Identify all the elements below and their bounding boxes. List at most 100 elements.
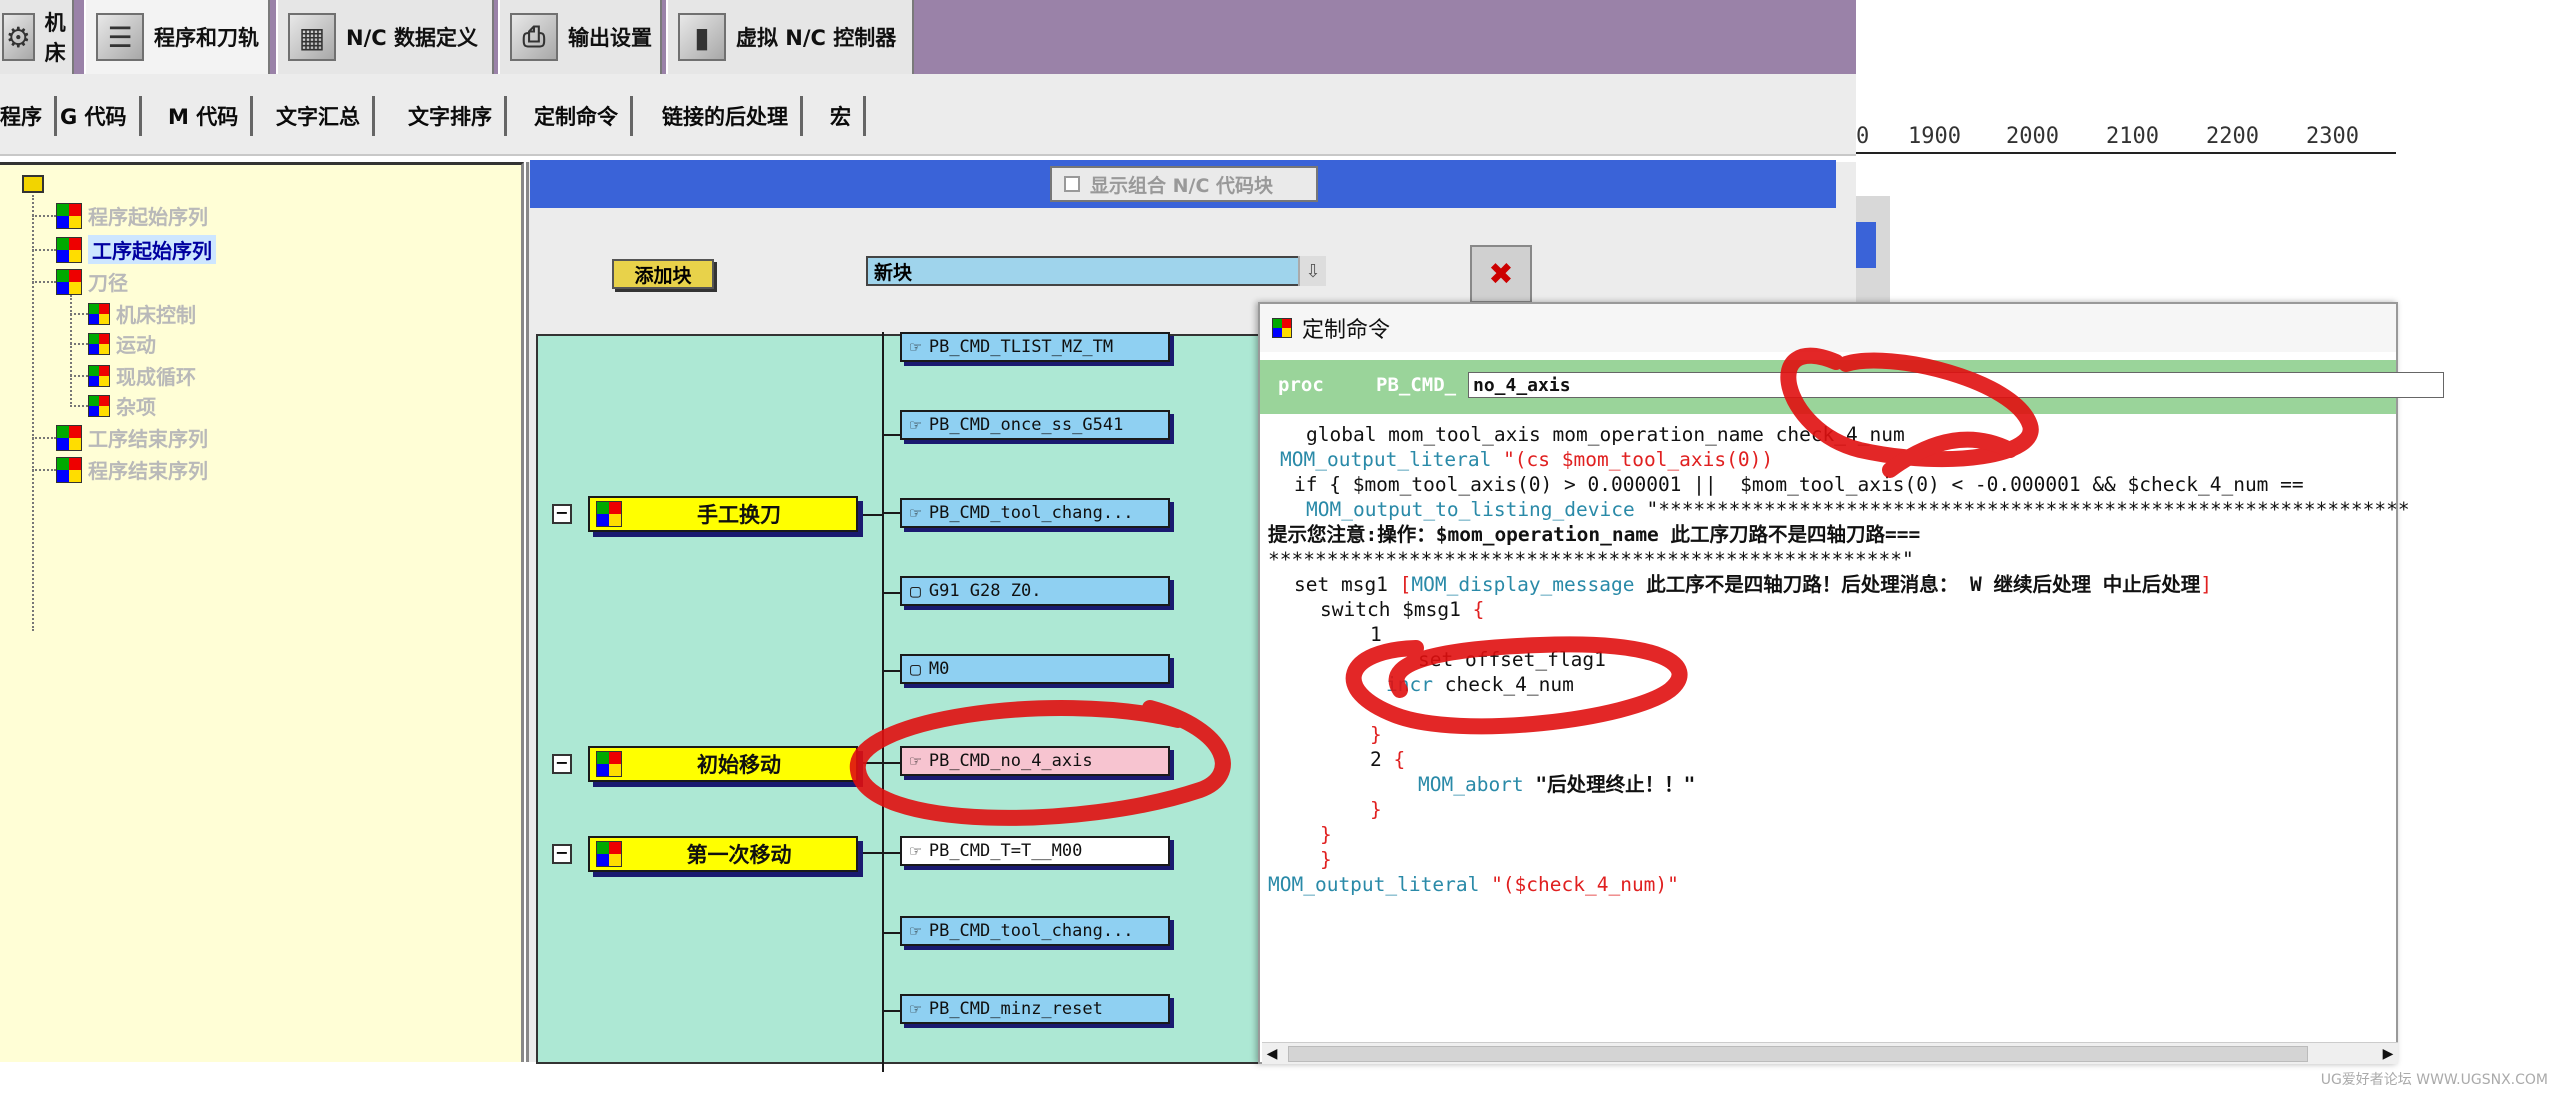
tab-virtual-controller[interactable]: ▮ 虚拟 N/C 控制器 (666, 0, 914, 74)
horizontal-scrollbar[interactable]: ◀ ▶ (1262, 1042, 2398, 1064)
collapse-toggle[interactable]: − (552, 754, 572, 774)
group-icon (596, 501, 622, 527)
ruler: 0 1900 2000 2100 2200 2300 (1856, 118, 2396, 154)
block-label: PB_CMD_no_4_axis (928, 751, 1093, 771)
block-m0[interactable]: ▢ M0 (900, 654, 1170, 684)
sequence-icon (56, 236, 82, 263)
block-label: G91 G28 Z0. (928, 581, 1042, 601)
add-block-button[interactable]: 添加块 (612, 259, 714, 289)
group-initial-move[interactable]: 初始移动 (588, 746, 858, 782)
scroll-thumb[interactable] (1288, 1046, 2308, 1062)
code-line: } (1320, 823, 1332, 846)
show-combined-nc-toggle[interactable]: 显示组合 N/C 代码块 (1050, 166, 1318, 202)
command-block-icon: ☞ (910, 750, 921, 772)
tree-item-label: 机床控制 (116, 303, 196, 327)
block-label: PB_CMD_minz_reset (928, 999, 1103, 1019)
tree-item-program-end[interactable]: 程序结束序列 (56, 455, 208, 484)
checkbox[interactable] (1064, 176, 1080, 192)
trash-icon[interactable]: ✖ (1470, 245, 1532, 303)
tree-item-label: 刀径 (88, 271, 128, 295)
tree-item-program-start[interactable]: 程序起始序列 (56, 201, 208, 230)
tree-item-canned-cycles[interactable]: 现成循环 (88, 361, 196, 390)
dialog-titlebar[interactable]: 定制命令 (1260, 304, 2396, 352)
command-block-icon: ☞ (910, 998, 921, 1020)
ruler-tick: 2100 (2106, 124, 2159, 149)
scroll-left-icon[interactable]: ◀ (1262, 1043, 1282, 1065)
block-tlist[interactable]: ☞ PB_CMD_TLIST_MZ_TM (900, 332, 1170, 362)
subtab-linked-post[interactable]: 链接的后处理 (650, 96, 803, 136)
sub-tab-bar: 程序 G 代码 M 代码 文字汇总 文字排序 定制命令 链接的后处理 宏 (0, 74, 1856, 156)
tree-item-label: 工序结束序列 (88, 427, 208, 451)
tree-item-machine-control[interactable]: 机床控制 (88, 299, 196, 328)
block-minz-reset[interactable]: ☞ PB_CMD_minz_reset (900, 994, 1170, 1024)
block-label: PB_CMD_tool_chang... (928, 503, 1134, 523)
tree-item-label: 现成循环 (116, 365, 196, 389)
subtab-custom-command[interactable]: 定制命令 (522, 96, 633, 136)
scroll-right-icon[interactable]: ▶ (2378, 1043, 2398, 1065)
subtab-macro[interactable]: 宏 (818, 96, 866, 136)
tree-item-operation-start[interactable]: 工序起始序列 (56, 235, 216, 264)
dropdown-arrow-icon[interactable]: ⇩ (1298, 256, 1326, 286)
code-line: MOM_output_literal "(cs $mom_tool_axis(0… (1280, 448, 1774, 471)
tree-item-misc[interactable]: 杂项 (88, 391, 156, 420)
proc-name-input[interactable]: no_4_axis (1468, 372, 2444, 398)
code-line: } (1370, 798, 1382, 821)
proc-keyword: proc (1278, 374, 1324, 396)
subtab-m-code[interactable]: M 代码 (156, 96, 254, 136)
block-g91-g28[interactable]: ▢ G91 G28 Z0. (900, 576, 1170, 606)
sequence-icon (56, 268, 82, 295)
proc-brace-pair: { } (2228, 374, 2263, 396)
printer-icon: ⎙ (510, 13, 558, 61)
tree-item-operation-end[interactable]: 工序结束序列 (56, 423, 208, 452)
tree-item-motion[interactable]: 运动 (88, 329, 156, 358)
side-selection (1856, 222, 1876, 268)
ruler-tick: 1900 (1908, 124, 1961, 149)
nc-data-icon: ▦ (288, 13, 336, 61)
block-label: PB_CMD_T=T__M00 (928, 841, 1083, 861)
tab-nc-data[interactable]: ▦ N/C 数据定义 (276, 0, 494, 74)
command-block-icon: ☞ (910, 840, 921, 862)
tree-item-label: 程序结束序列 (88, 459, 208, 483)
group-manual-tool-change[interactable]: 手工换刀 (588, 496, 858, 532)
code-line: 1 (1370, 623, 1394, 646)
sequence-icon (88, 302, 110, 325)
tree-item-label: 杂项 (116, 395, 156, 419)
proc-prefix: PB_CMD_ (1376, 374, 1457, 396)
block-label: PB_CMD_tool_chang... (928, 921, 1134, 941)
group-first-move[interactable]: 第一次移动 (588, 836, 858, 872)
command-block-icon: ☞ (910, 336, 921, 358)
ruler-tick: 2300 (2306, 124, 2359, 149)
block-tool-change-2[interactable]: ☞ PB_CMD_tool_chang... (900, 916, 1170, 946)
sequence-icon (56, 456, 82, 483)
word-block-icon: ▢ (910, 580, 921, 602)
subtab-word-summary[interactable]: 文字汇总 (264, 96, 375, 136)
sequence-icon (88, 332, 110, 355)
block-tool-change[interactable]: ☞ PB_CMD_tool_chang... (900, 498, 1170, 528)
code-line: global mom_tool_axis mom_operation_name … (1306, 423, 1905, 446)
machine-icon: ⚙ (2, 13, 35, 61)
folder-icon (22, 175, 44, 193)
code-line: MOM_abort "后处理终止！！" (1418, 773, 1696, 796)
block-label: PB_CMD_once_ss_G541 (928, 415, 1124, 435)
tab-label: 输出设置 (568, 26, 652, 50)
tab-machine[interactable]: ⚙ 机床 (0, 0, 74, 74)
subtab-word-sequence[interactable]: 文字排序 (396, 96, 507, 136)
collapse-toggle[interactable]: − (552, 504, 572, 524)
tab-program-toolpath[interactable]: ☰ 程序和刀轨 (84, 0, 270, 74)
collapse-toggle[interactable]: − (552, 844, 572, 864)
tab-label: 机床 (44, 11, 66, 65)
tab-output-settings[interactable]: ⎙ 输出设置 (498, 0, 662, 74)
command-block-icon: ☞ (910, 502, 921, 524)
block-once-ss[interactable]: ☞ PB_CMD_once_ss_G541 (900, 410, 1170, 440)
sequence-icon (88, 364, 110, 387)
block-no-4-axis[interactable]: ☞ PB_CMD_no_4_axis (900, 746, 1170, 776)
subtab-g-code[interactable]: G 代码 (48, 96, 142, 136)
new-block-select[interactable]: 新块 (866, 256, 1326, 286)
block-t-m00[interactable]: ☞ PB_CMD_T=T__M00 (900, 836, 1170, 866)
code-line: } (1370, 723, 1382, 746)
tree-item-toolpath[interactable]: 刀径 (56, 267, 128, 296)
code-line: incr check_4_num (1386, 673, 1574, 696)
group-icon (596, 841, 622, 867)
code-line: } (1320, 848, 1332, 871)
sequence-icon (56, 424, 82, 451)
